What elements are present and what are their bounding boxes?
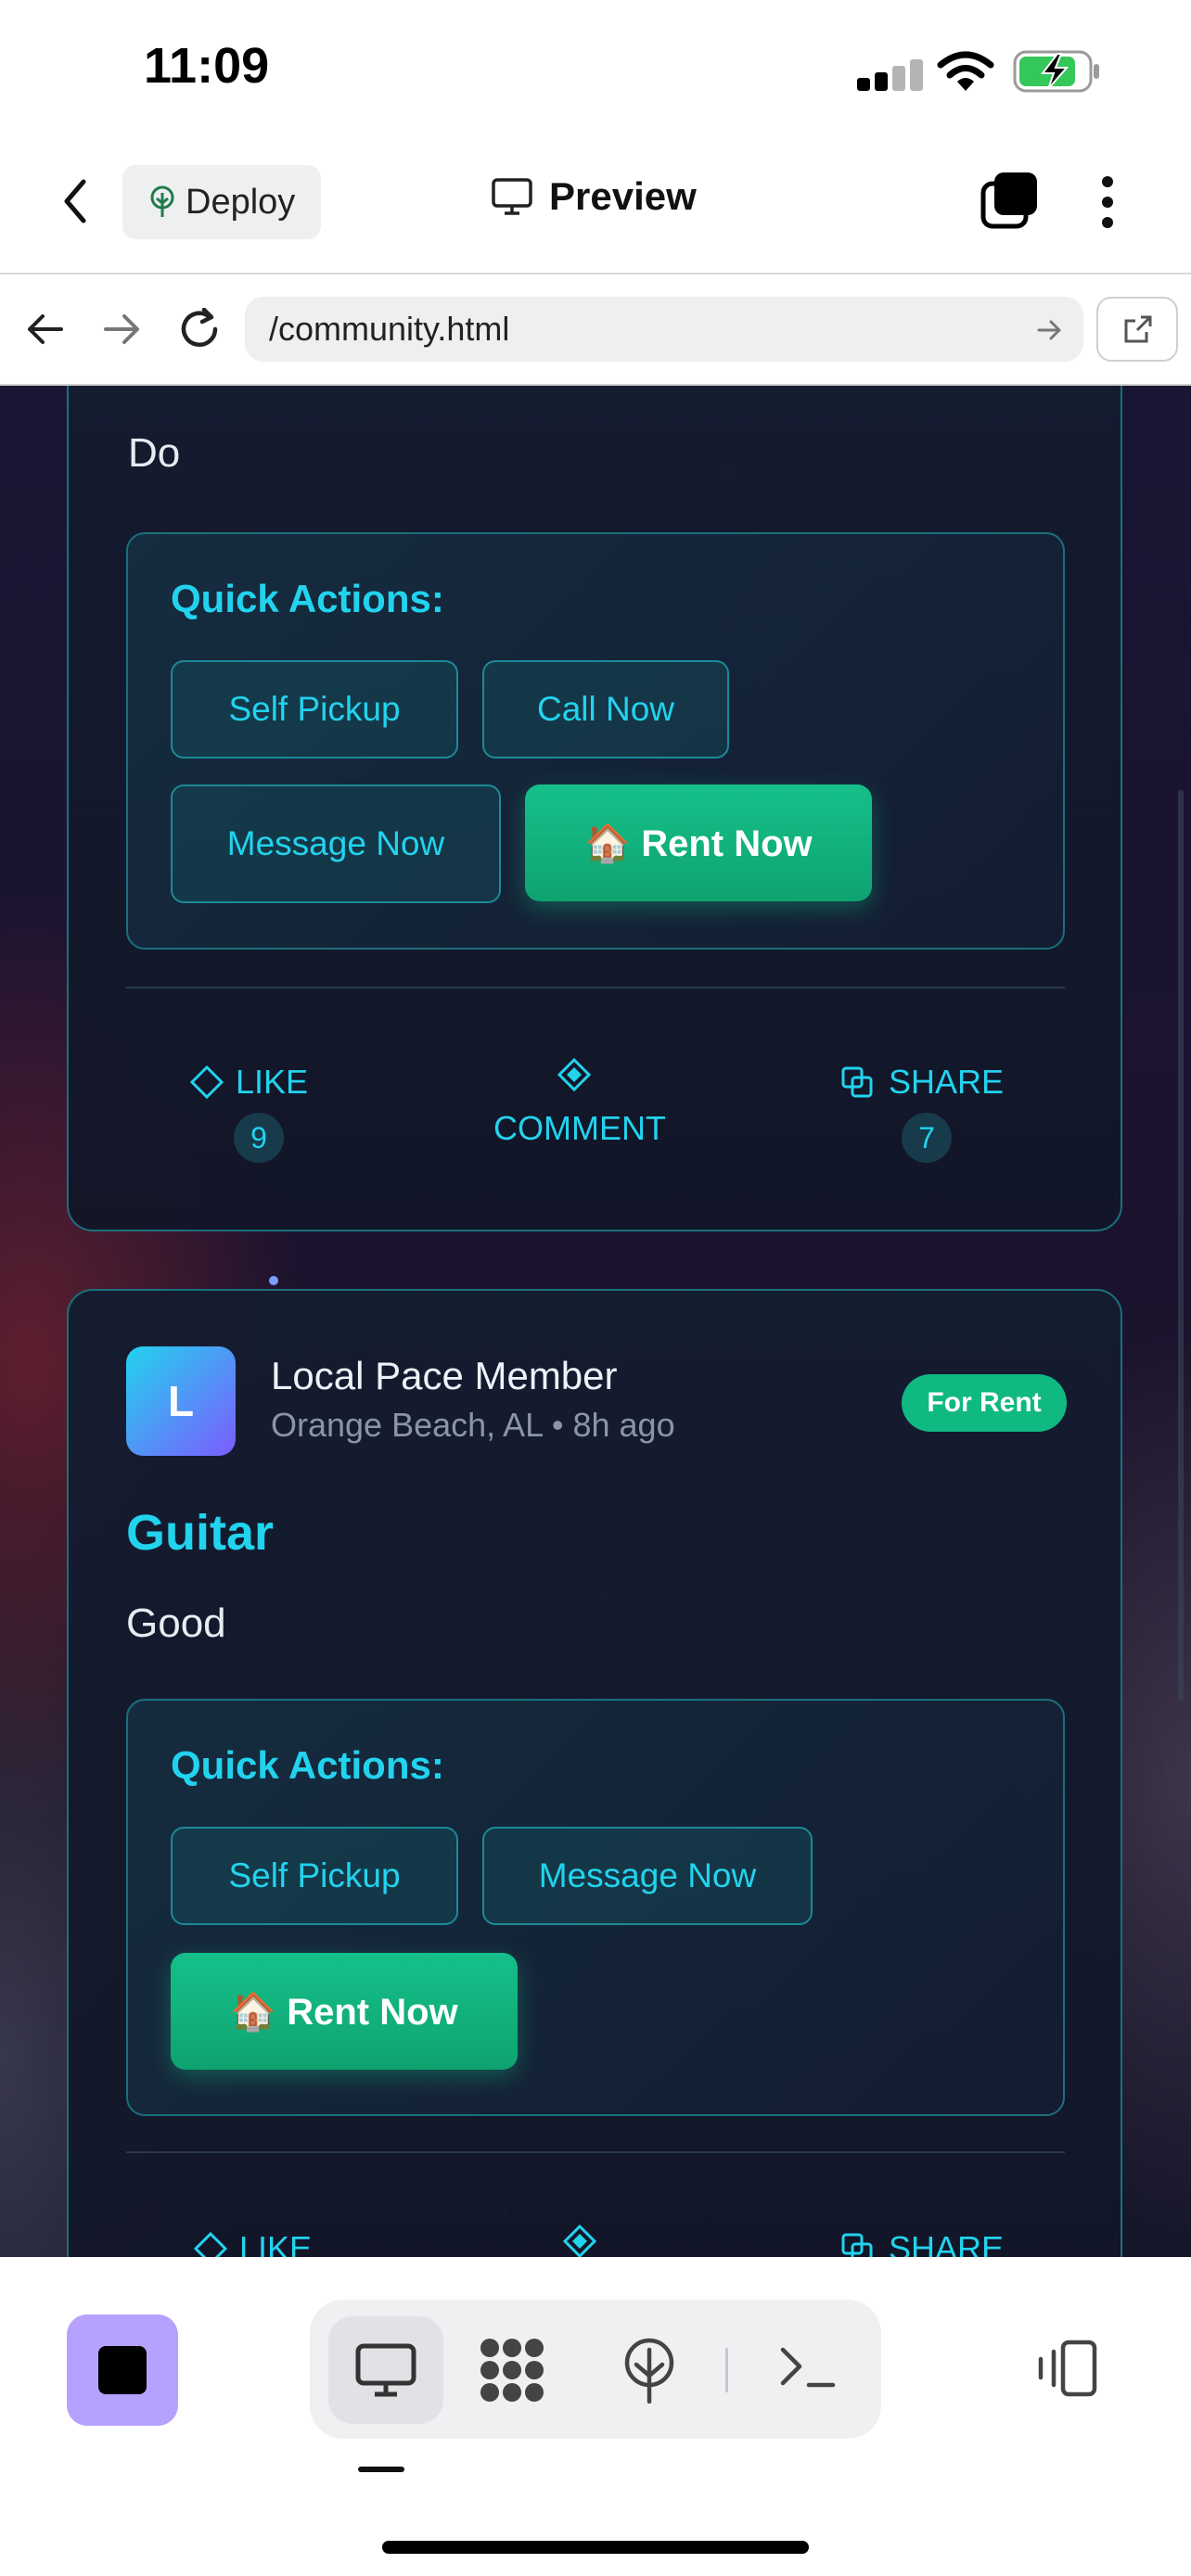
monitor-icon xyxy=(355,2343,416,2397)
open-external-button[interactable] xyxy=(1096,297,1178,362)
app-toolbar: Deploy Preview xyxy=(0,137,1191,274)
diamond-outline-icon xyxy=(189,1065,224,1100)
monitor-icon xyxy=(492,178,532,215)
diamond-outline-icon xyxy=(193,2231,228,2257)
bottom-toolbar xyxy=(0,2257,1191,2576)
cellular-signal-icon xyxy=(857,57,924,91)
more-vertical-icon[interactable] xyxy=(1098,174,1117,230)
scrollbar[interactable] xyxy=(1178,790,1184,1701)
url-text: /community.html xyxy=(269,310,510,348)
deploy-label: Deploy xyxy=(186,182,296,222)
rent-now-button[interactable]: 🏠 Rent Now xyxy=(171,1953,518,2070)
deploy-button[interactable]: Deploy xyxy=(122,165,321,239)
share-button[interactable]: SHARE xyxy=(840,2229,1004,2257)
like-button[interactable]: LIKE xyxy=(193,2229,312,2257)
share-count: 7 xyxy=(902,1113,952,1163)
quick-actions-title: Quick Actions: xyxy=(171,1743,444,1787)
quick-actions-panel: Quick Actions: Self Pickup Message Now 🏠… xyxy=(126,1699,1065,2116)
terminal-icon[interactable] xyxy=(779,2344,839,2394)
reload-icon[interactable] xyxy=(178,308,221,351)
message-now-button[interactable]: Message Now xyxy=(171,784,501,903)
diamond-filled-icon xyxy=(562,2224,597,2257)
go-arrow-icon[interactable] xyxy=(1037,319,1063,341)
code-blocks-icon[interactable] xyxy=(477,2337,547,2404)
post-card: L Local Pace Member Orange Beach, AL • 8… xyxy=(67,1289,1122,2257)
post-description: Good xyxy=(126,1600,226,1646)
stop-square-icon xyxy=(98,2346,147,2394)
quick-actions-title: Quick Actions: xyxy=(171,577,444,620)
avatar-letter: L xyxy=(167,1377,195,1425)
status-bar: 11:09 xyxy=(0,0,1191,137)
status-time: 11:09 xyxy=(144,38,270,94)
avatar: L xyxy=(126,1346,236,1456)
nav-forward-arrow-icon[interactable] xyxy=(104,313,141,345)
rent-now-button[interactable]: 🏠 Rent Now xyxy=(525,784,872,901)
segment-separator xyxy=(725,2348,728,2392)
browser-url-bar: /community.html xyxy=(0,274,1191,386)
device-rotate-icon[interactable] xyxy=(1035,2339,1102,2398)
preview-label: Preview xyxy=(549,174,697,218)
like-label: LIKE xyxy=(239,2229,313,2257)
tabs-switcher-icon[interactable] xyxy=(980,171,1039,230)
wifi-icon xyxy=(937,51,994,91)
active-tab-indicator xyxy=(358,2467,404,2472)
share-label: SHARE xyxy=(889,1063,1005,1101)
quick-actions-panel: Quick Actions: Self Pickup Call Now Mess… xyxy=(126,532,1065,950)
call-now-button[interactable]: Call Now xyxy=(482,660,729,759)
post-divider xyxy=(126,2151,1065,2153)
author-name: Local Pace Member xyxy=(271,1354,618,1397)
preview-title: Preview xyxy=(492,174,697,219)
back-chevron-icon[interactable] xyxy=(61,178,89,224)
share-button[interactable]: SHARE xyxy=(840,1063,1004,1102)
message-now-button[interactable]: Message Now xyxy=(482,1827,813,1925)
post-description: Do xyxy=(128,430,181,476)
view-mode-switcher xyxy=(310,2300,881,2439)
post-title: Guitar xyxy=(126,1505,275,1561)
location-time: Orange Beach, AL • 8h ago xyxy=(271,1406,675,1444)
copy-share-icon xyxy=(841,2233,873,2257)
url-input[interactable]: /community.html xyxy=(245,297,1083,362)
home-indicator xyxy=(382,2541,809,2554)
battery-charging-icon xyxy=(1013,50,1099,93)
post-divider xyxy=(126,987,1065,988)
like-label: LIKE xyxy=(236,1063,309,1101)
preview-mode-button[interactable] xyxy=(328,2316,443,2424)
share-label: SHARE xyxy=(889,2229,1005,2257)
deploy-globe-icon[interactable] xyxy=(621,2337,677,2404)
post-card: Do Quick Actions: Self Pickup Call Now M… xyxy=(67,386,1122,1231)
diamond-filled-icon xyxy=(557,1057,592,1092)
comment-button[interactable]: COMMENT xyxy=(493,1109,666,1148)
self-pickup-button[interactable]: Self Pickup xyxy=(171,1827,458,1925)
external-link-icon xyxy=(1124,315,1152,343)
community-page: Do Quick Actions: Self Pickup Call Now M… xyxy=(0,386,1191,2257)
status-badge: For Rent xyxy=(902,1374,1067,1432)
copy-share-icon xyxy=(841,1066,873,1098)
stop-button[interactable] xyxy=(67,2315,178,2426)
self-pickup-button[interactable]: Self Pickup xyxy=(171,660,458,759)
deploy-tree-icon xyxy=(150,185,174,217)
nav-back-arrow-icon[interactable] xyxy=(26,313,63,345)
like-button[interactable]: LIKE xyxy=(189,1063,308,1102)
like-count: 9 xyxy=(234,1113,284,1163)
